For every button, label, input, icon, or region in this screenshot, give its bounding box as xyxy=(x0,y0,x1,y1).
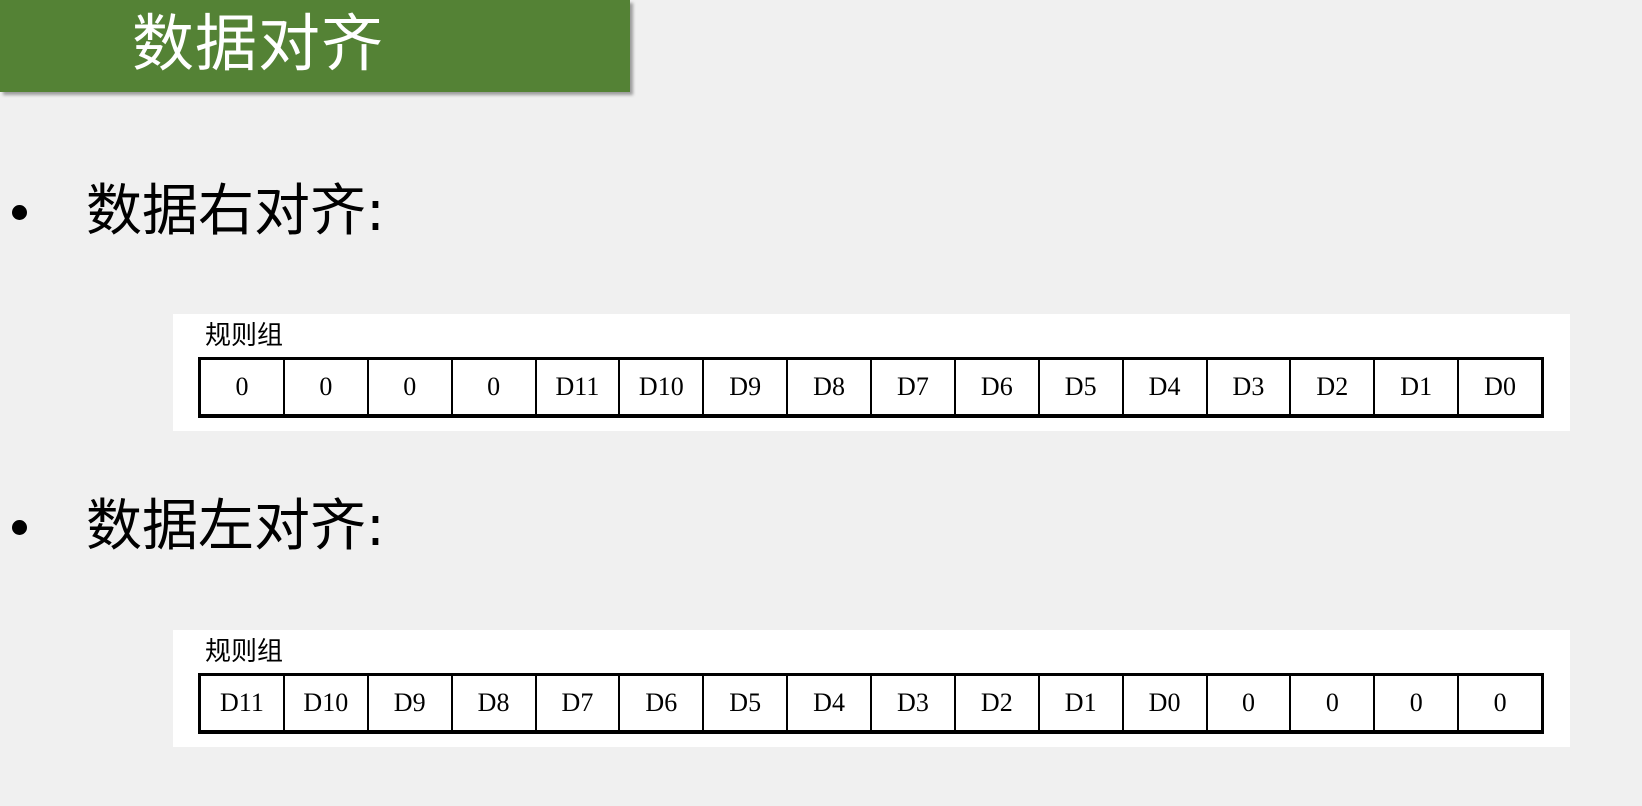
bit-cell: D3 xyxy=(872,676,956,730)
title-banner: 数据对齐 xyxy=(0,0,630,92)
bit-cell: 0 xyxy=(201,360,285,414)
bit-cell: D11 xyxy=(201,676,285,730)
bit-cell: D7 xyxy=(537,676,621,730)
bit-cell: D11 xyxy=(537,360,621,414)
bit-cell: D3 xyxy=(1208,360,1292,414)
bit-cell: D5 xyxy=(704,676,789,730)
bit-cell: D6 xyxy=(956,360,1040,414)
bit-cell: D6 xyxy=(620,676,705,730)
bit-cell: D1 xyxy=(1375,360,1460,414)
bit-cell: D10 xyxy=(620,360,705,414)
bit-cell: 0 xyxy=(453,360,537,414)
bullet-dot-icon xyxy=(12,519,27,535)
bit-cell: D4 xyxy=(1124,360,1208,414)
register-diagram-right: 规则组 0 0 0 0 D11 D10 D9 D8 D7 D6 D5 D4 D3… xyxy=(173,314,1570,431)
register-diagram-left: 规则组 D11 D10 D9 D8 D7 D6 D5 D4 D3 D2 D1 D… xyxy=(173,630,1570,747)
bit-cell: D0 xyxy=(1124,676,1208,730)
bit-cell: D4 xyxy=(788,676,872,730)
bit-cell: D8 xyxy=(788,360,872,414)
bit-cell: 0 xyxy=(1208,676,1292,730)
bit-cell: 0 xyxy=(1493,688,1507,717)
section-heading: 数据左对齐: xyxy=(86,494,385,559)
bit-cell: D7 xyxy=(872,360,956,414)
bit-cell: D8 xyxy=(453,676,537,730)
bit-cell: D0 xyxy=(1484,372,1516,401)
bit-cell: D10 xyxy=(285,676,369,730)
bit-cell: D2 xyxy=(956,676,1040,730)
slide-title: 数据对齐 xyxy=(132,7,385,80)
bit-cell: 0 xyxy=(369,360,453,414)
bit-cell: D1 xyxy=(1040,676,1124,730)
register-table: 0 0 0 0 D11 D10 D9 D8 D7 D6 D5 D4 D3 D2 … xyxy=(198,357,1544,418)
bit-cell: 0 xyxy=(1375,676,1460,730)
bit-cell: D9 xyxy=(704,360,789,414)
register-label: 规则组 xyxy=(205,637,284,667)
section-heading: 数据右对齐: xyxy=(86,179,385,244)
register-label: 规则组 xyxy=(205,321,284,351)
bit-cell: 0 xyxy=(285,360,369,414)
bit-cell: D9 xyxy=(369,676,453,730)
bit-cell: D5 xyxy=(1040,360,1124,414)
bullet-dot-icon xyxy=(12,204,27,220)
bit-cell: D2 xyxy=(1291,360,1376,414)
register-table: D11 D10 D9 D8 D7 D6 D5 D4 D3 D2 D1 D0 0 … xyxy=(198,673,1544,734)
bit-cell: 0 xyxy=(1291,676,1376,730)
